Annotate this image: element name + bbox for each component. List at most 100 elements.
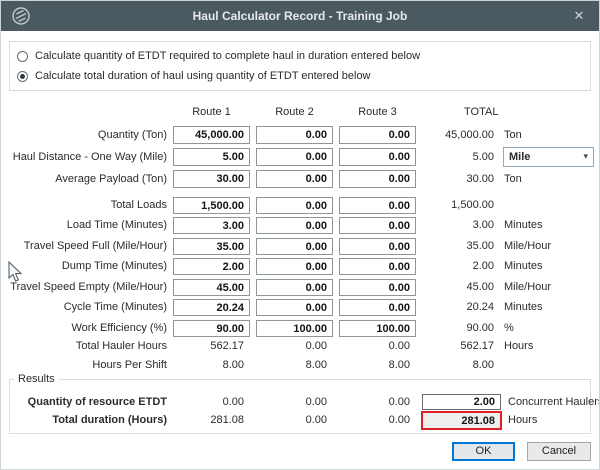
haul-distance-route3-input[interactable] xyxy=(339,148,416,166)
results-row-total-duration: Total duration (Hours) 281.08 0.00 0.00 … xyxy=(1,413,600,428)
speed-full-route2-input[interactable] xyxy=(256,238,333,255)
column-header-route2: Route 2 xyxy=(256,105,333,119)
load-time-route3-input[interactable] xyxy=(339,217,416,234)
row-total: 30.00 xyxy=(414,170,494,188)
haul-distance-route2-input[interactable] xyxy=(256,148,333,166)
haul-calculator-dialog: Haul Calculator Record - Training Job ✕ … xyxy=(0,0,600,470)
row-label: Haul Distance - One Way (Mile) xyxy=(1,148,167,166)
work-eff-route2-input[interactable] xyxy=(256,320,333,337)
speed-empty-route2-input[interactable] xyxy=(256,279,333,296)
table-row-total-hauler-hours: Total Hauler Hours 562.17 0.00 0.00 562.… xyxy=(1,340,600,353)
row-unit: Ton xyxy=(504,126,522,144)
total-loads-route3-input[interactable] xyxy=(339,197,416,214)
quantity-route2-input[interactable] xyxy=(256,126,333,144)
mode-option-label: Calculate total duration of haul using q… xyxy=(35,70,371,82)
speed-full-route1-input[interactable] xyxy=(173,238,250,255)
row-value: 8.00 xyxy=(339,359,416,372)
mode-option-label: Calculate quantity of ETDT required to c… xyxy=(35,50,420,62)
row-unit: Mile/Hour xyxy=(504,279,551,296)
result-label: Total duration (Hours) xyxy=(1,413,167,428)
table-row-quantity: Quantity (Ton) 45,000.00 Ton xyxy=(1,126,600,144)
row-total: 2.00 xyxy=(414,258,494,275)
column-header-total: TOTAL xyxy=(464,105,498,119)
row-value: 0.00 xyxy=(256,340,333,353)
results-row-quantity-etdt: Quantity of resource ETDT 0.00 0.00 0.00… xyxy=(1,395,600,410)
unit-dropdown-value: Mile xyxy=(509,151,530,163)
table-row-total-loads: Total Loads 1,500.00 xyxy=(1,197,600,214)
dump-time-route2-input[interactable] xyxy=(256,258,333,275)
table-row-load-time: Load Time (Minutes) 3.00 Minutes xyxy=(1,217,600,234)
result-value: 0.00 xyxy=(256,413,333,428)
row-label: Total Loads xyxy=(1,197,167,214)
row-label: Average Payload (Ton) xyxy=(1,170,167,188)
avg-payload-route1-input[interactable] xyxy=(173,170,250,188)
quantity-etdt-total-input[interactable] xyxy=(422,394,501,410)
row-total: 3.00 xyxy=(414,217,494,234)
dump-time-route1-input[interactable] xyxy=(173,258,250,275)
dump-time-route3-input[interactable] xyxy=(339,258,416,275)
row-value: 8.00 xyxy=(173,359,250,372)
radio-selected-icon[interactable] xyxy=(17,71,28,82)
row-label: Hours Per Shift xyxy=(1,359,167,372)
row-unit: Mile/Hour xyxy=(504,238,551,255)
table-row-work-efficiency: Work Efficiency (%) 90.00 % xyxy=(1,320,600,337)
row-total: 45,000.00 xyxy=(414,126,494,144)
row-total: 45.00 xyxy=(414,279,494,296)
result-value: 281.08 xyxy=(173,413,250,428)
result-label: Quantity of resource ETDT xyxy=(1,395,167,410)
row-total: 90.00 xyxy=(414,320,494,337)
cancel-button[interactable]: Cancel xyxy=(527,442,591,461)
column-header-route1: Route 1 xyxy=(173,105,250,119)
close-icon[interactable]: ✕ xyxy=(565,1,593,31)
row-label: Cycle Time (Minutes) xyxy=(1,299,167,316)
mode-option-duration[interactable]: Calculate total duration of haul using q… xyxy=(17,69,371,83)
column-header-route3: Route 3 xyxy=(339,105,416,119)
total-loads-route2-input[interactable] xyxy=(256,197,333,214)
quantity-route3-input[interactable] xyxy=(339,126,416,144)
result-value: 0.00 xyxy=(173,395,250,410)
result-value: 0.00 xyxy=(339,413,416,428)
row-total: 562.17 xyxy=(414,340,494,353)
row-label: Quantity (Ton) xyxy=(1,126,167,144)
row-total: 35.00 xyxy=(414,238,494,255)
total-duration-highlighted-field xyxy=(421,411,502,430)
quantity-route1-input[interactable] xyxy=(173,126,250,144)
work-eff-route3-input[interactable] xyxy=(339,320,416,337)
cycle-time-route2-input[interactable] xyxy=(256,299,333,316)
row-label: Travel Speed Full (Mile/Hour) xyxy=(1,238,167,255)
row-value: 8.00 xyxy=(256,359,333,372)
avg-payload-route3-input[interactable] xyxy=(339,170,416,188)
row-total: 8.00 xyxy=(414,359,494,372)
cycle-time-route3-input[interactable] xyxy=(339,299,416,316)
speed-empty-route1-input[interactable] xyxy=(173,279,250,296)
row-label: Total Hauler Hours xyxy=(1,340,167,353)
row-label: Dump Time (Minutes) xyxy=(1,258,167,275)
work-eff-route1-input[interactable] xyxy=(173,320,250,337)
table-row-dump-time: Dump Time (Minutes) 2.00 Minutes xyxy=(1,258,600,275)
row-label: Work Efficiency (%) xyxy=(1,320,167,337)
row-label: Load Time (Minutes) xyxy=(1,217,167,234)
ok-button[interactable]: OK xyxy=(452,442,515,461)
row-value: 0.00 xyxy=(339,340,416,353)
total-loads-route1-input[interactable] xyxy=(173,197,250,214)
row-unit: Minutes xyxy=(504,217,543,234)
table-row-travel-speed-empty: Travel Speed Empty (Mile/Hour) 45.00 Mil… xyxy=(1,279,600,296)
calculation-mode-group: Calculate quantity of ETDT required to c… xyxy=(9,41,591,91)
row-total: 20.24 xyxy=(414,299,494,316)
speed-full-route3-input[interactable] xyxy=(339,238,416,255)
results-legend: Results xyxy=(14,373,59,385)
mode-option-quantity[interactable]: Calculate quantity of ETDT required to c… xyxy=(17,49,420,63)
load-time-route1-input[interactable] xyxy=(173,217,250,234)
result-value: 0.00 xyxy=(256,395,333,410)
result-unit: Hours xyxy=(508,413,537,428)
avg-payload-route2-input[interactable] xyxy=(256,170,333,188)
radio-unselected-icon[interactable] xyxy=(17,51,28,62)
load-time-route2-input[interactable] xyxy=(256,217,333,234)
row-unit: Minutes xyxy=(504,258,543,275)
haul-distance-route1-input[interactable] xyxy=(173,148,250,166)
cycle-time-route1-input[interactable] xyxy=(173,299,250,316)
unit-dropdown[interactable]: Mile ▾ xyxy=(503,147,594,167)
speed-empty-route3-input[interactable] xyxy=(339,279,416,296)
title-bar: Haul Calculator Record - Training Job ✕ xyxy=(1,1,599,31)
table-row-hours-per-shift: Hours Per Shift 8.00 8.00 8.00 8.00 xyxy=(1,359,600,372)
